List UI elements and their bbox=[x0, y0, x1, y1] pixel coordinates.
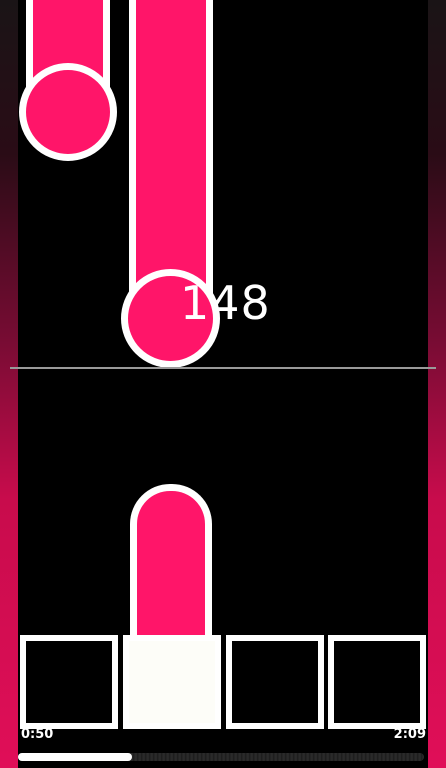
lane-key-1[interactable] bbox=[20, 635, 118, 729]
song-progress-bar[interactable] bbox=[18, 753, 424, 761]
elapsed-time: 0:50 bbox=[21, 727, 54, 742]
lane-key-2[interactable] bbox=[123, 635, 221, 729]
lane-key-4[interactable] bbox=[328, 635, 426, 729]
song-progress-fill bbox=[18, 753, 132, 761]
total-time: 2:09 bbox=[393, 727, 426, 742]
game-stage: 148 0:50 2:09 bbox=[0, 0, 446, 768]
left-glow-border bbox=[0, 0, 18, 768]
score-counter: 148 bbox=[180, 276, 271, 330]
lane-2-held-note bbox=[130, 484, 212, 637]
lane-key-3[interactable] bbox=[226, 635, 324, 729]
lane-1-hold-note-head bbox=[19, 63, 117, 161]
hit-line bbox=[10, 367, 436, 369]
right-glow-border bbox=[428, 0, 446, 768]
